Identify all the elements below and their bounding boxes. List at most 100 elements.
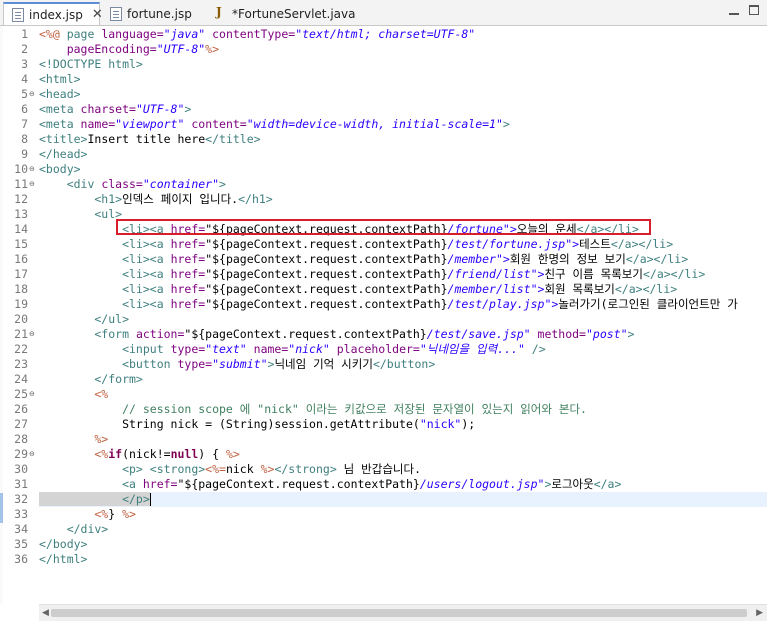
line-number: 1: [21, 27, 28, 41]
gutter-corner: [0, 604, 39, 622]
line-number: 26: [14, 402, 28, 416]
line-number: 21: [14, 327, 28, 341]
jsp-file-icon: [110, 6, 122, 21]
fold-collapse-icon[interactable]: ⊖: [29, 162, 36, 177]
java-file-icon: [214, 5, 227, 21]
tab-index-jsp[interactable]: index.jsp ✕: [3, 2, 103, 25]
line-number: 24: [14, 372, 28, 386]
code-line-32: </p>: [39, 492, 151, 506]
fold-collapse-icon[interactable]: ⊖: [29, 87, 36, 102]
code-line-4: <html>: [39, 72, 81, 86]
line-number: 10: [14, 162, 28, 176]
line-number: 14: [14, 222, 28, 236]
line-number: 23: [14, 357, 28, 371]
line-number: 16: [14, 252, 28, 266]
code-line-3: <!DOCTYPE html>: [39, 57, 143, 71]
line-number: 15: [14, 237, 28, 251]
code-line-18: <li><a href="${pageContext.request.conte…: [122, 282, 678, 296]
line-number: 9: [21, 147, 28, 161]
code-line-27: String nick = (String)session.getAttribu…: [39, 417, 476, 431]
code-line-13: <ul>: [39, 207, 123, 221]
line-number: 28: [14, 432, 28, 446]
window-controls: [729, 5, 759, 15]
line-number: 34: [14, 522, 28, 536]
minimize-icon[interactable]: [729, 5, 739, 15]
code-line-24: </form>: [39, 372, 143, 386]
line-number: 18: [14, 282, 28, 296]
code-line-35: </body>: [39, 537, 88, 551]
text-caret: [149, 493, 151, 506]
code-line-7: <meta name="viewport" content="width=dev…: [39, 117, 510, 131]
scroll-right-icon[interactable]: ▶: [756, 608, 763, 618]
code-line-8: <title>Insert title here</title>: [39, 132, 261, 146]
line-number: 11: [14, 177, 28, 191]
code-line-28: %>: [39, 432, 109, 446]
code-line-31: <a href="${pageContext.request.contextPa…: [39, 477, 622, 491]
code-line-25: <%: [39, 387, 109, 401]
line-number: 27: [14, 417, 28, 431]
code-line-5: <head>: [39, 87, 81, 101]
tab-label: fortune.jsp: [127, 6, 192, 21]
line-number: 12: [14, 192, 28, 206]
code-line-1: <%@ page language="java" contentType="te…: [39, 27, 476, 41]
jsp-file-icon: [12, 7, 24, 22]
line-number: 17: [14, 267, 28, 281]
editor-tab-bar: index.jsp ✕ fortune.jsp *FortuneServlet.…: [0, 0, 767, 26]
code-line-20: </ul>: [39, 312, 130, 326]
code-area[interactable]: <%@ page language="java" contentType="te…: [39, 26, 767, 604]
line-number: 33: [14, 507, 28, 521]
line-number: 30: [14, 462, 28, 476]
code-line-10: <body>: [39, 162, 81, 176]
line-number: 8: [21, 132, 28, 146]
code-line-15: <li><a href="${pageContext.request.conte…: [122, 237, 674, 251]
line-number: 19: [14, 297, 28, 311]
line-number: 7: [21, 117, 28, 131]
line-number: 29: [14, 447, 28, 461]
tab-label: *FortuneServlet.java: [232, 6, 356, 21]
tab-label: index.jsp: [29, 7, 83, 22]
code-line-12: <h1>인덱스 페이지 입니다.</h1>: [39, 192, 273, 206]
line-number: 31: [14, 477, 28, 491]
scroll-left-icon[interactable]: ◀: [42, 608, 49, 618]
code-line-6: <meta charset="UTF-8">: [39, 102, 192, 116]
line-number: 25: [14, 387, 28, 401]
code-line-19: <li><a href="${pageContext.request.conte…: [122, 297, 738, 311]
highlight-annotation-box: [116, 219, 651, 235]
line-number: 36: [14, 552, 28, 566]
line-number-gutter: 1 2 3 4 5 ⊖ 6 7 8 9 10 ⊖ 11 ⊖ 12 13 14 15 16 17 18 19 20 21 ⊖ 22 2…: [0, 26, 36, 604]
line-number: 5: [21, 87, 28, 101]
code-line-26: // session scope 에 "nick" 이라는 키값으로 저장된 문…: [39, 402, 587, 416]
tab-fortune-jsp[interactable]: fortune.jsp: [102, 2, 194, 25]
line-number: 6: [21, 102, 28, 116]
fold-collapse-icon[interactable]: ⊖: [29, 447, 36, 462]
horizontal-scrollbar[interactable]: ◀ ▶: [39, 604, 767, 621]
line-number: 2: [21, 42, 28, 56]
code-line-22: <input type="text" name="nick" placehold…: [39, 342, 546, 356]
code-line-2: pageEncoding="UTF-8"%>: [39, 42, 220, 56]
code-line-23: <button type="submit">닉네임 기억 시키기</button…: [39, 357, 436, 371]
line-number: 3: [21, 57, 28, 71]
line-number: 35: [14, 537, 28, 551]
line-number: 32: [14, 492, 28, 506]
line-number: 13: [14, 207, 28, 221]
scroll-thumb[interactable]: [51, 609, 747, 617]
fold-collapse-icon[interactable]: ⊖: [29, 327, 36, 342]
fold-collapse-icon[interactable]: ⊖: [29, 387, 36, 402]
code-line-16: <li><a href="${pageContext.request.conte…: [122, 252, 689, 266]
code-editor[interactable]: 1 2 3 4 5 ⊖ 6 7 8 9 10 ⊖ 11 ⊖ 12 13 14 15 16 17 18 19 20 21 ⊖ 22 2…: [0, 26, 767, 604]
maximize-icon[interactable]: [749, 5, 759, 15]
code-line-9: </head>: [39, 147, 88, 161]
code-line-17: <li><a href="${pageContext.request.conte…: [122, 267, 706, 281]
tab-fortune-servlet-java[interactable]: *FortuneServlet.java: [206, 2, 355, 25]
code-line-29: <%if(nick!=null) { %>: [39, 447, 240, 461]
line-number: 4: [21, 72, 28, 86]
code-line-30: <p> <strong><%=nick %></strong> 님 반갑습니다.: [39, 462, 422, 476]
code-line-33: <%} %>: [39, 507, 136, 521]
line-number: 20: [14, 312, 28, 326]
fold-collapse-icon[interactable]: ⊖: [29, 177, 36, 192]
code-line-11: <div class="container">: [39, 177, 226, 191]
code-line-34: </div>: [39, 522, 109, 536]
code-line-36: </html>: [39, 552, 88, 566]
line-number: 22: [14, 342, 28, 356]
code-line-21: <form action="${pageContext.request.cont…: [39, 327, 635, 341]
